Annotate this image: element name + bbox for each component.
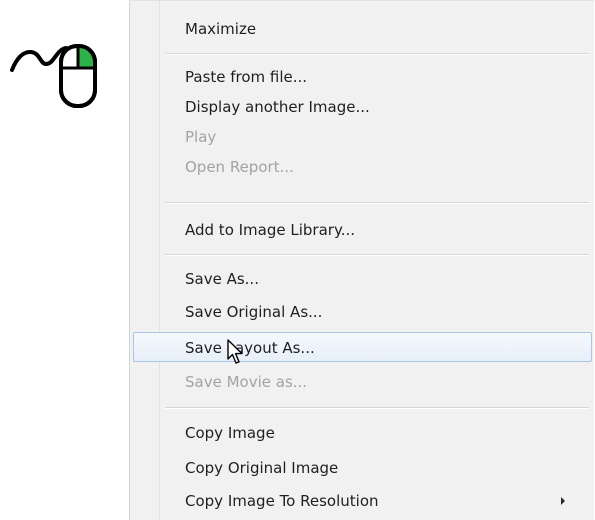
menu-item-label: Save Original As... xyxy=(185,303,323,321)
menu-separator xyxy=(165,254,589,256)
menu-item-add-to-image-library[interactable]: Add to Image Library... xyxy=(133,214,592,244)
menu-item-maximize[interactable]: Maximize xyxy=(133,13,592,43)
menu-item-label: Play xyxy=(185,128,217,146)
menu-item-label: Save Layout As... xyxy=(185,339,315,357)
right-click-mouse-icon xyxy=(10,44,97,108)
menu-item-label: Paste from file... xyxy=(185,68,308,86)
menu-item-save-layout-as[interactable]: Save Layout As... xyxy=(133,332,592,362)
menu-item-play: Play xyxy=(133,121,592,151)
menu-item-save-original-as[interactable]: Save Original As... xyxy=(133,296,592,326)
menu-item-display-another-image[interactable]: Display another Image... xyxy=(133,91,592,121)
menu-item-label: Save Movie as... xyxy=(185,373,308,391)
menu-item-label: Save As... xyxy=(185,270,259,288)
menu-item-copy-image[interactable]: Copy Image xyxy=(133,417,592,447)
menu-item-label: Display another Image... xyxy=(185,98,370,116)
menu-item-save-as[interactable]: Save As... xyxy=(133,263,592,293)
menu-item-copy-image-to-resolution[interactable]: Copy Image To Resolution xyxy=(133,485,592,515)
menu-item-label: Copy Image To Resolution xyxy=(185,492,379,510)
submenu-arrow-icon xyxy=(561,497,565,505)
menu-item-copy-original-image[interactable]: Copy Original Image xyxy=(133,452,592,482)
menu-item-label: Copy Original Image xyxy=(185,459,339,477)
menu-item-label: Open Report... xyxy=(185,158,294,176)
menu-separator xyxy=(165,53,589,55)
screenshot-page: Maximize Paste from file... Display anot… xyxy=(0,0,595,520)
menu-item-open-report: Open Report... xyxy=(133,151,592,181)
menu-item-label: Add to Image Library... xyxy=(185,221,355,239)
menu-separator xyxy=(165,202,589,204)
menu-separator xyxy=(165,407,589,409)
menu-item-label: Maximize xyxy=(185,20,257,38)
menu-item-paste-from-file[interactable]: Paste from file... xyxy=(133,61,592,91)
menu-item-label: Copy Image xyxy=(185,424,275,442)
arrow-cursor-icon xyxy=(227,339,243,364)
menu-item-save-movie-as: Save Movie as... xyxy=(133,366,592,396)
context-menu: Maximize Paste from file... Display anot… xyxy=(129,0,594,520)
